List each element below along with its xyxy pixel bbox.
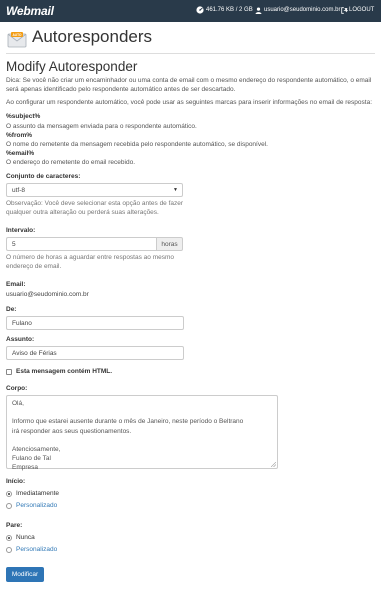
- page-title: Autoresponders: [32, 27, 153, 46]
- email-label: Email:: [6, 281, 26, 288]
- marker-key: %from%: [6, 131, 33, 139]
- body-line: Informo que estarei ausente durante o mê…: [12, 418, 244, 426]
- user-menu[interactable]: usuario@seudominio.com.br ▼: [255, 6, 348, 14]
- interval-group: Intervalo: 5 horas O número de horas a a…: [6, 226, 186, 271]
- interval-unit: horas: [156, 237, 183, 252]
- subject-group: Assunto: Aviso de Férias: [6, 335, 184, 361]
- body-label: Corpo:: [6, 385, 28, 392]
- radio-button[interactable]: [6, 502, 12, 509]
- logout-link[interactable]: LOGOUT: [341, 6, 374, 14]
- body-group: Corpo: Olá, Informo que estarei ausente …: [6, 384, 278, 472]
- checkbox-box[interactable]: [6, 368, 12, 375]
- radio-label: Imediatamente: [16, 490, 59, 498]
- charset-label: Conjunto de caracteres:: [6, 173, 81, 180]
- radio-label: Personalizado: [16, 502, 58, 510]
- radio-button[interactable]: [6, 546, 12, 553]
- autoresponder-envelope-icon: AUTO: [7, 32, 27, 48]
- marker-desc: O assunto da mensagem enviada para o res…: [6, 122, 197, 130]
- marker-subject: %subject% O assunto da mensagem enviada …: [6, 112, 375, 130]
- stop-label: Pare:: [6, 522, 23, 529]
- form-heading: Modify Autoresponder: [6, 59, 138, 74]
- charset-group: Conjunto de caracteres: utf-8 ▼ Observaç…: [6, 172, 186, 217]
- email-group: Email: usuario@seudominio.com.br: [6, 280, 89, 299]
- tip-markers: Ao configurar um respondente automático,…: [6, 98, 372, 106]
- charset-value: utf-8: [12, 186, 26, 194]
- from-input[interactable]: Fulano: [6, 316, 184, 331]
- body-textarea[interactable]: Olá, Informo que estarei ausente durante…: [6, 395, 278, 472]
- marker-desc: O nome do remetente da mensagem recebida…: [6, 140, 268, 148]
- marker-from: %from% O nome do remetente da mensagem r…: [6, 131, 375, 149]
- top-navbar: Webmail 461.76 KB / 2 GB usuario@seudomi…: [0, 0, 381, 22]
- tip-forwarder: Dica: Se você não criar um encaminhador …: [6, 77, 372, 93]
- body-line: Olá,: [12, 400, 24, 408]
- body-line: [12, 436, 272, 445]
- subject-label: Assunto:: [6, 336, 35, 343]
- start-label: Início:: [6, 478, 26, 485]
- quota-text: 461.76 KB / 2 GB: [206, 7, 253, 13]
- resize-grip-icon[interactable]: [271, 462, 276, 468]
- disk-quota: 461.76 KB / 2 GB: [196, 6, 253, 14]
- email-value: usuario@seudominio.com.br: [6, 291, 89, 299]
- interval-input[interactable]: 5: [6, 237, 156, 252]
- submit-wrap: Modificar: [6, 567, 44, 582]
- marker-key: %subject%: [6, 113, 41, 121]
- user-email: usuario@seudominio.com.br: [264, 7, 341, 13]
- stop-option-never[interactable]: Nunca: [6, 533, 57, 542]
- from-group: De: Fulano: [6, 305, 184, 331]
- radio-label: Personalizado: [16, 546, 58, 554]
- html-checkbox[interactable]: Esta mensagem contém HTML.: [6, 367, 112, 376]
- radio-label: Nunca: [16, 534, 35, 542]
- radio-button[interactable]: [6, 490, 12, 497]
- charset-select[interactable]: utf-8 ▼: [6, 183, 183, 198]
- svg-text:AUTO: AUTO: [13, 33, 22, 37]
- marker-key: %email%: [6, 149, 35, 157]
- webmail-logo[interactable]: Webmail: [6, 3, 54, 20]
- radio-button[interactable]: [6, 534, 12, 541]
- body-line: Atenciosamente,: [12, 445, 61, 453]
- charset-note: Observação: Você deve selecionar esta op…: [6, 200, 184, 217]
- start-option-immediately[interactable]: Imediatamente: [6, 489, 59, 498]
- marker-desc: O endereço do remetente do email recebid…: [6, 158, 135, 166]
- body-line: irá responder aos seus questionamentos.: [12, 427, 132, 435]
- stop-option-custom[interactable]: Personalizado: [6, 545, 57, 554]
- marker-email: %email% O endereço do remetente do email…: [6, 149, 375, 167]
- header-divider: [6, 53, 375, 54]
- start-group: Início: Imediatamente Personalizado: [6, 477, 59, 510]
- interval-help: O número de horas a aguardar entre respo…: [6, 254, 175, 271]
- modify-button[interactable]: Modificar: [6, 567, 44, 582]
- intro-section: Modify Autoresponder Dica: Se você não c…: [6, 59, 375, 167]
- logout-icon: [341, 6, 348, 14]
- chevron-down-icon: ▼: [173, 186, 178, 193]
- body-line: Empresa: [12, 464, 39, 472]
- gauge-icon: [196, 6, 204, 14]
- from-label: De:: [6, 306, 17, 313]
- subject-input[interactable]: Aviso de Férias: [6, 346, 184, 361]
- html-checkbox-label: Esta mensagem contém HTML.: [16, 368, 113, 375]
- body-line: [12, 408, 272, 417]
- logout-label: LOGOUT: [349, 7, 375, 13]
- body-line: Fulano de Tal: [12, 454, 51, 462]
- interval-input-group: 5 horas: [6, 237, 183, 252]
- stop-group: Pare: Nunca Personalizado: [6, 521, 57, 554]
- start-option-custom[interactable]: Personalizado: [6, 501, 59, 510]
- user-icon: [255, 7, 262, 14]
- interval-label: Intervalo:: [6, 227, 36, 234]
